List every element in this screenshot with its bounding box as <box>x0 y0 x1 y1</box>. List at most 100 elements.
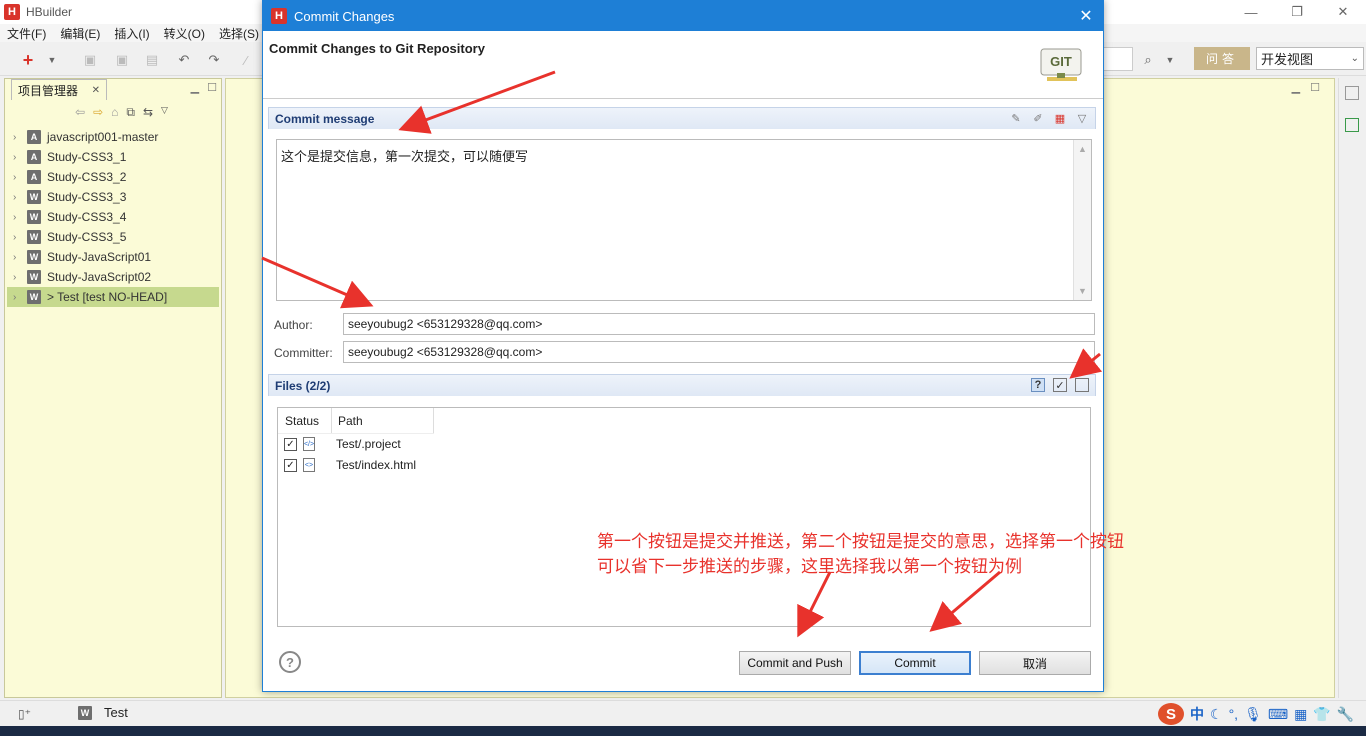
format-icon[interactable]: ⁄ <box>236 50 256 70</box>
close-icon[interactable]: ✕ <box>1320 0 1366 24</box>
minimize-icon[interactable]: — <box>1228 0 1274 24</box>
sign-off-icon[interactable]: ✐ <box>1031 111 1045 125</box>
add-panel-icon[interactable] <box>1345 118 1359 132</box>
minimize-icon[interactable]: ▁ <box>191 81 199 94</box>
link-icon[interactable]: ⇆ <box>143 105 153 120</box>
minimize-icon[interactable]: ▁ <box>1292 81 1300 94</box>
add-change-id-icon[interactable]: ▦ <box>1053 111 1067 125</box>
wrench-icon[interactable]: 🔧 <box>1337 706 1354 723</box>
spellcheck-icon[interactable]: ✎ <box>1009 111 1023 125</box>
restore-icon[interactable]: ❐ <box>1274 0 1320 24</box>
menu-edit[interactable]: 编辑(E) <box>53 25 107 42</box>
hbuilder-logo-icon: H <box>4 4 20 20</box>
chevron-right-icon[interactable]: › <box>13 212 27 223</box>
tree-item-label: Study-JavaScript01 <box>47 250 152 264</box>
undo-icon[interactable]: ↶ <box>174 50 194 70</box>
ime-mode-label[interactable]: 中 <box>1190 704 1204 724</box>
table-row[interactable]: ✓ </> Test/.project <box>284 434 401 454</box>
app-title: HBuilder <box>26 5 73 19</box>
chevron-right-icon[interactable]: › <box>13 292 27 303</box>
maximize-icon[interactable]: ☐ <box>207 81 217 94</box>
collapse-icon[interactable]: ⧉ <box>126 105 135 120</box>
chevron-down-icon[interactable]: ▽ <box>1075 111 1089 125</box>
restore-icon[interactable] <box>1345 86 1359 100</box>
moon-icon[interactable]: ☾ <box>1210 706 1223 723</box>
author-field[interactable]: seeyoubug2 <653129328@qq.com> <box>343 313 1095 335</box>
chevron-right-icon[interactable]: › <box>13 192 27 203</box>
dialog-header: Commit Changes to Git Repository GIT <box>263 31 1103 99</box>
chevron-down-icon[interactable]: ▼ <box>42 50 62 70</box>
commit-message-text: 这个是提交信息，第一次提交，可以随便写 <box>281 149 529 164</box>
tree-item[interactable]: › W Study-CSS3_3 <box>7 187 219 207</box>
cancel-button[interactable]: 取消 <box>979 651 1091 675</box>
tree-item-selected[interactable]: › W > Test [test NO-HEAD] <box>7 287 219 307</box>
print-icon[interactable]: ▤ <box>142 50 162 70</box>
tree-item-label: Study-CSS3_1 <box>47 150 127 164</box>
tree-item[interactable]: › W Study-JavaScript01 <box>7 247 219 267</box>
tree-item[interactable]: › A Study-CSS3_2 <box>7 167 219 187</box>
back-icon[interactable]: ⇦ <box>75 105 85 120</box>
search-icon[interactable]: ⌕ <box>1138 50 1158 70</box>
tree-item[interactable]: › A Study-CSS3_1 <box>7 147 219 167</box>
view-select[interactable]: 开发视图 ⌄ <box>1256 47 1364 70</box>
shirt-icon[interactable]: 👕 <box>1313 706 1330 723</box>
chevron-right-icon[interactable]: › <box>13 252 27 263</box>
scroll-down-icon[interactable]: ▼ <box>1078 286 1087 296</box>
column-path[interactable]: Path <box>332 408 434 433</box>
menu-select[interactable]: 选择(S) <box>212 25 266 42</box>
file-checkbox[interactable]: ✓ <box>284 437 297 451</box>
select-all-icon[interactable]: ✓ <box>1053 378 1067 392</box>
chevron-down-icon[interactable]: ▽ <box>161 105 168 120</box>
deselect-all-icon[interactable] <box>1075 378 1089 392</box>
menu-escape[interactable]: 转义(O) <box>157 25 212 42</box>
scroll-up-icon[interactable]: ▲ <box>1078 144 1087 154</box>
right-toolstrip <box>1338 78 1366 698</box>
tree-item[interactable]: › W Study-CSS3_4 <box>7 207 219 227</box>
tree-item[interactable]: › W Study-JavaScript02 <box>7 267 219 287</box>
forward-icon[interactable]: ⇨ <box>93 105 103 120</box>
show-untracked-icon[interactable]: ? <box>1031 378 1045 392</box>
tree-item[interactable]: › A javascript001-master <box>7 127 219 147</box>
help-icon[interactable]: ? <box>279 651 301 673</box>
microphone-icon[interactable]: 🎙 <box>1244 706 1262 723</box>
redo-icon[interactable]: ↷ <box>204 50 224 70</box>
new-icon[interactable]: + <box>18 50 38 70</box>
status-project-label: Test <box>104 705 128 720</box>
close-icon[interactable]: ✕ <box>92 85 100 96</box>
search-dropdown-icon[interactable]: ▼ <box>1160 50 1180 70</box>
view-select-label: 开发视图 <box>1261 52 1314 67</box>
chevron-right-icon[interactable]: › <box>13 172 27 183</box>
chevron-right-icon[interactable]: › <box>13 232 27 243</box>
home-icon[interactable]: ⌂ <box>111 105 118 120</box>
keyboard-icon[interactable]: ⌨ <box>1268 706 1288 723</box>
project-manager-panel: 项目管理器 ✕ ▁ ☐ ⇦ ⇨ ⌂ ⧉ ⇆ ▽ › A javascript00… <box>4 78 222 698</box>
tree-item[interactable]: › W Study-CSS3_5 <box>7 227 219 247</box>
menu-file[interactable]: 文件(F) <box>0 25 53 42</box>
table-row[interactable]: ✓ <> Test/index.html <box>284 455 416 475</box>
tab-project-manager[interactable]: 项目管理器 ✕ <box>11 79 107 100</box>
chevron-down-icon: ⌄ <box>1350 53 1359 64</box>
chevron-right-icon[interactable]: › <box>13 272 27 283</box>
file-checkbox[interactable]: ✓ <box>284 458 297 472</box>
search-input[interactable] <box>1100 47 1133 71</box>
column-status[interactable]: Status <box>278 408 332 433</box>
save-icon[interactable]: ▣ <box>80 50 100 70</box>
ask-button[interactable]: 问答 <box>1194 47 1250 70</box>
sogou-ime-icon[interactable]: S <box>1158 703 1184 725</box>
committer-field[interactable]: seeyoubug2 <653129328@qq.com> <box>343 341 1095 363</box>
project-tree: › A javascript001-master › A Study-CSS3_… <box>7 127 219 307</box>
punctuation-icon[interactable]: °, <box>1229 706 1239 722</box>
message-scrollbar[interactable]: ▲ ▼ <box>1073 140 1091 300</box>
commit-and-push-button[interactable]: Commit and Push <box>739 651 851 675</box>
chevron-right-icon[interactable]: › <box>13 152 27 163</box>
commit-message-input[interactable]: 这个是提交信息，第一次提交，可以随便写 ▲ ▼ <box>276 139 1092 301</box>
annotation-line-1: 第一个按钮是提交并推送，第二个按钮是提交的意思，选择第一个按钮 <box>597 532 1124 551</box>
maximize-icon[interactable]: ☐ <box>1310 81 1320 94</box>
dialog-titlebar: H Commit Changes ✕ <box>263 1 1103 31</box>
chevron-right-icon[interactable]: › <box>13 132 27 143</box>
close-icon[interactable]: ✕ <box>1077 7 1095 25</box>
menu-insert[interactable]: 插入(I) <box>107 25 156 42</box>
commit-button[interactable]: Commit <box>859 651 971 675</box>
grid-icon[interactable]: ▦ <box>1294 706 1307 723</box>
save-all-icon[interactable]: ▣ <box>112 50 132 70</box>
